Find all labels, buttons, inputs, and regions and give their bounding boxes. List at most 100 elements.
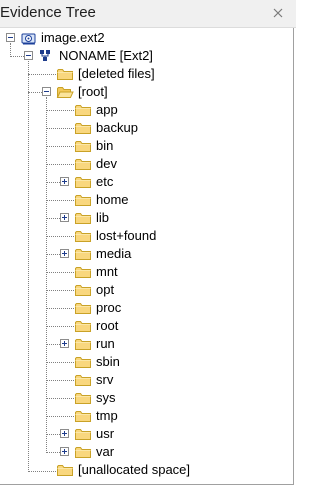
tree-node-root[interactable]: [root] [0, 83, 290, 101]
tree-connector [46, 308, 74, 309]
folder-icon [74, 354, 92, 370]
tree-node-label: [unallocated space] [78, 462, 191, 477]
folder-icon [74, 174, 92, 190]
expand-toggle[interactable] [60, 213, 69, 222]
tree-node-label: run [96, 336, 115, 351]
folder-icon [74, 264, 92, 280]
tree-connector [46, 97, 47, 453]
tree-node-label: [root] [78, 84, 108, 99]
tree-node-label: [deleted files] [78, 66, 155, 81]
folder-icon [56, 462, 74, 478]
tree-node-label: proc [96, 300, 122, 315]
tree-node-label: etc [96, 174, 114, 189]
tree-node-root[interactable]: root [0, 317, 290, 335]
tree-connector [28, 471, 56, 472]
panel-titlebar: Evidence Tree [0, 0, 296, 28]
tree-node-mnt[interactable]: mnt [0, 263, 290, 281]
tree-node-label: bin [96, 138, 114, 153]
tree-node-label: NONAME [Ext2] [59, 48, 153, 63]
tree-node-home[interactable]: home [0, 191, 290, 209]
tree-node-label: lib [96, 210, 110, 225]
tree-node-evidence[interactable]: image.ext2 [0, 29, 290, 47]
collapse-toggle[interactable] [42, 87, 51, 96]
tree-node-tmp[interactable]: tmp [0, 407, 290, 425]
folder-icon [74, 318, 92, 334]
folder-icon [74, 372, 92, 388]
tree-connector [46, 128, 74, 129]
tree-node-sys[interactable]: sys [0, 389, 290, 407]
tree-connector [28, 74, 56, 75]
tree-connector [46, 452, 60, 453]
close-icon[interactable] [270, 5, 286, 21]
tree-node-srv[interactable]: srv [0, 371, 290, 389]
folder-icon [74, 156, 92, 172]
tree-connector [46, 254, 60, 255]
tree-node-bin[interactable]: bin [0, 137, 290, 155]
tree-node-label: opt [96, 282, 115, 297]
tree-connector [46, 380, 74, 381]
tree-node-etc[interactable]: etc [0, 173, 290, 191]
tree-node-unallocated-space[interactable]: [unallocated space] [0, 461, 290, 479]
folder-icon [74, 336, 92, 352]
folder-icon [74, 390, 92, 406]
tree-connector [46, 326, 74, 327]
tree-node-media[interactable]: media [0, 245, 290, 263]
tree-node-lost-found[interactable]: lost+found [0, 227, 290, 245]
evidence-tree: image.ext2 NONAME [Ext2] [deleted files] [0, 28, 294, 485]
tree-connector [28, 61, 29, 472]
expand-toggle[interactable] [60, 339, 69, 348]
folder-icon [74, 228, 92, 244]
tree-connector [10, 56, 24, 57]
folder-icon [74, 246, 92, 262]
tree-node-volume[interactable]: NONAME [Ext2] [0, 47, 290, 65]
tree-node-run[interactable]: run [0, 335, 290, 353]
collapse-toggle[interactable] [6, 33, 15, 42]
folder-icon [74, 138, 92, 154]
tree-node-label: mnt [96, 264, 118, 279]
tree-node-lib[interactable]: lib [0, 209, 290, 227]
folder-icon [74, 192, 92, 208]
tree-node-label: app [96, 102, 118, 117]
tree-node-label: sbin [96, 354, 120, 369]
tree-node-label: dev [96, 156, 117, 171]
tree-connector [46, 272, 74, 273]
tree-connector [46, 236, 74, 237]
tree-node-backup[interactable]: backup [0, 119, 290, 137]
expand-toggle[interactable] [60, 447, 69, 456]
tree-node-label: var [96, 444, 115, 459]
tree-node-label: home [96, 192, 129, 207]
tree-node-label: lost+found [96, 228, 157, 243]
tree-node-usr[interactable]: usr [0, 425, 290, 443]
tree-connector [46, 146, 74, 147]
tree-node-var[interactable]: var [0, 443, 290, 461]
disk-image-icon [20, 30, 38, 46]
tree-connector [46, 200, 74, 201]
tree-connector [46, 362, 74, 363]
folder-icon [74, 282, 92, 298]
folder-icon [74, 426, 92, 442]
folder-open-icon [56, 84, 74, 100]
folder-icon [74, 408, 92, 424]
tree-node-proc[interactable]: proc [0, 299, 290, 317]
tree-node-opt[interactable]: opt [0, 281, 290, 299]
tree-node-label: image.ext2 [41, 30, 105, 45]
tree-connector [10, 43, 11, 57]
evidence-tree-panel: Evidence Tree image.ext2 NONAME [Ext2] [… [0, 0, 296, 487]
tree-connector [46, 164, 74, 165]
expand-toggle[interactable] [60, 177, 69, 186]
folder-icon [56, 66, 74, 82]
tree-node-label: tmp [96, 408, 118, 423]
tree-node-dev[interactable]: dev [0, 155, 290, 173]
panel-title: Evidence Tree [0, 4, 96, 21]
tree-node-sbin[interactable]: sbin [0, 353, 290, 371]
expand-toggle[interactable] [60, 249, 69, 258]
tree-node-label: backup [96, 120, 138, 135]
tree-node-label: usr [96, 426, 115, 441]
tree-node-label: srv [96, 372, 114, 387]
tree-connector [46, 344, 60, 345]
folder-icon [74, 300, 92, 316]
collapse-toggle[interactable] [24, 51, 33, 60]
tree-node-app[interactable]: app [0, 101, 290, 119]
tree-connector [46, 398, 74, 399]
expand-toggle[interactable] [60, 429, 69, 438]
